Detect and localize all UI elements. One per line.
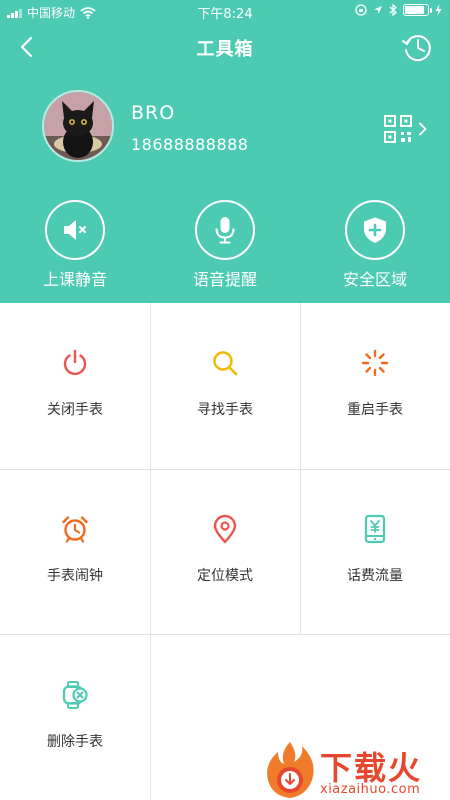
tool-label: 关闭手表 <box>47 402 103 418</box>
tool-restart-watch[interactable]: 重启手表 <box>300 303 450 469</box>
tool-label: 手表闹钟 <box>47 568 103 584</box>
status-right <box>355 4 442 16</box>
bluetooth-icon <box>389 4 397 16</box>
mute-speaker-icon <box>64 220 86 240</box>
quick-action-label: 语音提醒 <box>192 270 257 289</box>
search-icon <box>213 351 238 376</box>
delete-watch-icon <box>62 681 88 709</box>
battery-level <box>405 6 424 14</box>
quick-action-label: 上课静音 <box>42 270 107 289</box>
chevron-right-icon <box>419 122 427 136</box>
grid-divider-horizontal <box>0 634 450 635</box>
avatar[interactable] <box>42 90 114 162</box>
history-button[interactable] <box>400 30 434 64</box>
quick-action-label: 安全区域 <box>342 270 407 289</box>
charging-icon <box>435 4 442 16</box>
watermark-url: xiazaihuo.com <box>320 782 421 797</box>
tool-phone-bill[interactable]: 话费流量 <box>300 469 450 635</box>
grid-divider-vertical <box>300 303 301 634</box>
qr-code-button[interactable] <box>380 114 430 144</box>
tool-label: 寻找手表 <box>197 402 253 418</box>
qr-code-icon <box>384 115 412 143</box>
grid-divider-vertical <box>150 303 151 800</box>
history-clock-icon <box>402 35 431 62</box>
location-arrow-icon <box>374 6 382 14</box>
tool-watch-alarm[interactable]: 手表闹钟 <box>0 469 150 635</box>
quick-action-circle <box>195 200 255 260</box>
user-name: BRO <box>131 102 176 124</box>
shield-plus-icon <box>364 217 386 243</box>
tool-delete-watch[interactable]: 删除手表 <box>0 635 150 800</box>
tool-location-mode[interactable]: 定位模式 <box>150 469 300 635</box>
quick-action-voice-reminder[interactable]: 语音提醒 <box>165 200 285 295</box>
quick-action-safe-zone[interactable]: 安全区域 <box>315 200 435 295</box>
page-title: 工具箱 <box>196 39 254 60</box>
header: 中国移动 下午8:24 工具箱 BRO 18688888888 上课静音 语音提… <box>0 0 450 303</box>
microphone-icon <box>215 217 235 244</box>
alarm-clock-icon <box>62 516 88 543</box>
quick-action-circle <box>45 200 105 260</box>
battery-icon <box>403 4 432 16</box>
restart-spinner-icon <box>361 349 389 377</box>
rotation-lock-icon <box>355 4 367 16</box>
profile-card[interactable]: BRO 18688888888 <box>0 90 450 170</box>
grid-divider-horizontal <box>0 469 450 470</box>
quick-action-circle <box>345 200 405 260</box>
tool-label: 话费流量 <box>347 568 403 584</box>
status-bar: 中国移动 下午8:24 <box>0 0 450 22</box>
location-pin-icon <box>213 514 237 544</box>
phone-bill-icon <box>364 514 386 544</box>
quick-action-mute[interactable]: 上课静音 <box>15 200 135 295</box>
cat-avatar-image <box>44 92 112 160</box>
watermark-logo: 下载火 xiazaihuo.com <box>262 738 450 800</box>
tool-find-watch[interactable]: 寻找手表 <box>150 303 300 469</box>
nav-bar: 工具箱 <box>0 22 450 72</box>
flame-logo-icon <box>267 742 314 798</box>
quick-actions: 上课静音 语音提醒 安全区域 <box>0 200 450 295</box>
tool-grid: 关闭手表 寻找手表 重启手表 手表闹钟 定位模式 话费流量 删除手表 <box>0 303 450 800</box>
power-icon <box>63 349 87 376</box>
tool-label: 定位模式 <box>197 568 253 584</box>
tool-power-off[interactable]: 关闭手表 <box>0 303 150 469</box>
tool-label: 删除手表 <box>47 734 103 750</box>
user-phone: 18688888888 <box>131 135 249 154</box>
tool-label: 重启手表 <box>347 402 403 418</box>
